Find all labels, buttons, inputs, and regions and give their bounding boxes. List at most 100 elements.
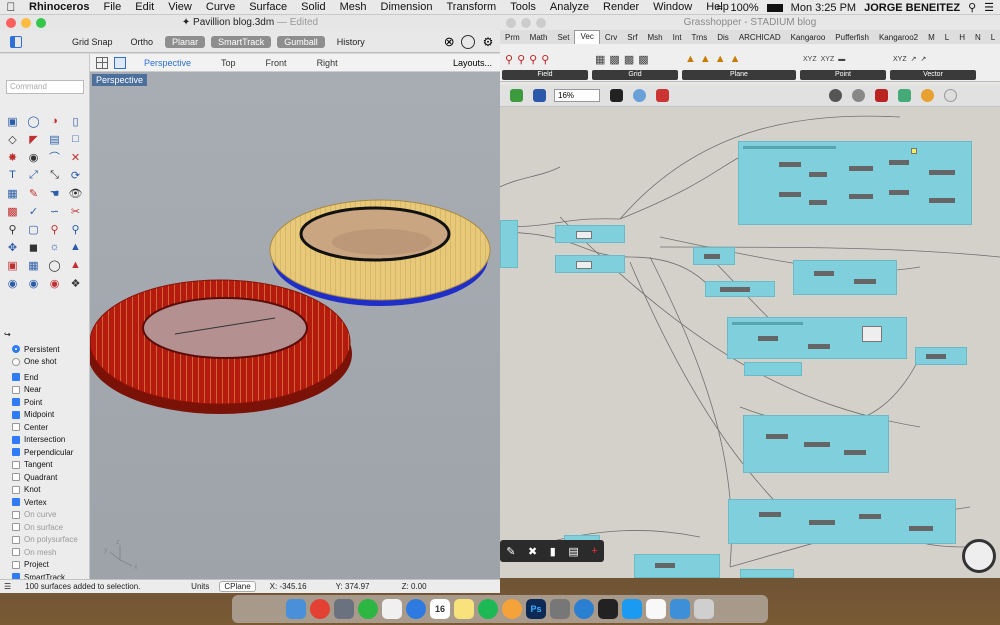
ribbon-group-label[interactable]: Plane <box>682 70 796 80</box>
osnap-checkbox[interactable] <box>12 448 20 457</box>
osnap-item[interactable]: On curve <box>12 509 90 522</box>
user-name[interactable]: JORGE BENEITEZ <box>864 2 960 14</box>
list-icon[interactable]: ☰ <box>4 582 11 591</box>
four-view-icon[interactable] <box>96 56 108 69</box>
text-tool-icon[interactable]: T <box>2 166 23 184</box>
component-cluster[interactable] <box>693 247 735 265</box>
check-tool-icon[interactable]: ✓ <box>23 202 44 220</box>
bake-icon[interactable] <box>898 89 911 102</box>
ball-icon[interactable] <box>921 89 934 102</box>
component-cluster[interactable] <box>915 347 967 365</box>
close-button[interactable] <box>6 18 16 28</box>
vector-amplitude-icon[interactable]: ↗ <box>921 55 927 63</box>
command-input[interactable]: Command <box>6 80 84 94</box>
finder-icon[interactable] <box>286 599 306 619</box>
gh-tab[interactable]: Prm <box>500 33 525 42</box>
shaded-icon[interactable] <box>875 89 888 102</box>
perspective-viewport[interactable]: Perspective z x y <box>88 72 500 579</box>
gh-tab[interactable]: L <box>986 33 1000 42</box>
menu-solid[interactable]: Solid <box>294 1 332 13</box>
cap-tool-icon[interactable]: □ <box>65 130 86 148</box>
split-tool-icon[interactable]: ✕ <box>65 148 86 166</box>
zoom-select[interactable]: 16% <box>554 89 600 102</box>
zoom-tool-icon[interactable]: ⚲ <box>2 220 23 238</box>
gh-tab[interactable]: Pufferfish <box>830 33 874 42</box>
layer-tool-icon[interactable]: ▦ <box>2 184 23 202</box>
gh-tab[interactable]: L <box>940 33 954 42</box>
preview-eye-icon[interactable] <box>633 89 646 102</box>
panel-icon[interactable]: ▤ <box>568 545 578 558</box>
osnap-item[interactable]: Perpendicular <box>12 446 90 459</box>
open-file-icon[interactable] <box>510 89 523 102</box>
menu-window[interactable]: Window <box>646 1 699 13</box>
photos-icon[interactable] <box>502 599 522 619</box>
menu-dimension[interactable]: Dimension <box>374 1 440 13</box>
pen-icon[interactable]: ✎ <box>506 545 515 558</box>
gumball-toggle[interactable]: Gumball <box>277 35 325 48</box>
component-cluster[interactable] <box>500 220 518 268</box>
battery-icon[interactable] <box>766 3 783 12</box>
menu-render[interactable]: Render <box>596 1 646 13</box>
menu-analyze[interactable]: Analyze <box>543 1 596 13</box>
gear-icon[interactable]: ⚙ <box>483 35 494 49</box>
plugin-tool-icon[interactable]: ▲ <box>65 238 86 256</box>
rotate-tool-icon[interactable]: ⟳ <box>65 166 86 184</box>
cylinder-tool-icon[interactable]: ◯ <box>23 112 44 130</box>
clock[interactable]: Mon 3:25 PM <box>791 2 856 14</box>
wifi-icon[interactable]: ≈ <box>716 2 722 14</box>
edge-icon[interactable] <box>574 599 594 619</box>
menu-transform[interactable]: Transform <box>439 1 503 13</box>
curve-tool-icon[interactable]: ∽ <box>44 202 65 220</box>
component-cluster[interactable] <box>728 499 956 544</box>
gh-tab[interactable]: Kangaroo <box>786 33 831 42</box>
osnap-checkbox[interactable] <box>12 410 20 419</box>
osnap-checkbox[interactable] <box>12 373 20 382</box>
trim-tool-icon[interactable]: ✂ <box>65 202 86 220</box>
back-icon[interactable]: ⊗ <box>444 34 455 50</box>
osnap-checkbox[interactable] <box>12 485 20 494</box>
gh-zoom-button[interactable] <box>536 18 546 28</box>
osnap-item[interactable]: Vertex <box>12 496 90 509</box>
gh-minimize-button[interactable] <box>521 18 531 28</box>
whatsapp-icon[interactable] <box>358 599 378 619</box>
spotify-icon[interactable] <box>478 599 498 619</box>
pan-tool-icon[interactable]: ✥ <box>2 238 23 256</box>
yellow-stadium[interactable] <box>269 199 491 306</box>
render-icon[interactable] <box>829 89 842 102</box>
select-tool-icon[interactable]: ☚ <box>44 184 65 202</box>
osnap-checkbox[interactable] <box>12 498 20 507</box>
osnap-checkbox[interactable] <box>12 385 20 394</box>
plane-align-icon[interactable]: ▲ <box>730 53 741 65</box>
component-cluster[interactable] <box>738 141 972 225</box>
gh-tab[interactable]: Trns <box>687 33 713 42</box>
field-point-icon[interactable]: ⚲ <box>517 53 525 66</box>
osnap-item[interactable]: Center <box>12 421 90 434</box>
lock-tool-icon[interactable]: ▣ <box>2 256 23 274</box>
grid-square-icon[interactable]: ▦ <box>595 53 605 66</box>
light-tool-icon[interactable]: ☼ <box>44 238 65 256</box>
zoom-extents-icon[interactable] <box>610 89 623 102</box>
box-tool-icon[interactable]: ▣ <box>2 112 23 130</box>
slider-icon[interactable]: ▮ <box>550 545 556 558</box>
properties-tool-icon[interactable]: ✎ <box>23 184 44 202</box>
point-numbers-icon[interactable]: ▬ <box>838 56 845 63</box>
fillet-tool-icon[interactable]: ◤ <box>23 130 44 148</box>
save-file-icon[interactable] <box>533 89 546 102</box>
radio-persistent[interactable] <box>12 345 20 354</box>
menu-edit[interactable]: Edit <box>128 1 161 13</box>
grasshopper-canvas[interactable] <box>500 107 1000 578</box>
tab-top[interactable]: Top <box>221 58 236 68</box>
chrome-icon[interactable] <box>310 599 330 619</box>
component-cluster[interactable] <box>555 255 625 273</box>
shell-tool-icon[interactable]: ▤ <box>44 130 65 148</box>
units-label[interactable]: Units <box>191 582 209 591</box>
gh-tab[interactable]: Srf <box>622 33 642 42</box>
delete-icon[interactable]: ✖ <box>528 545 537 558</box>
menu-curve[interactable]: Curve <box>199 1 242 13</box>
menu-mesh[interactable]: Mesh <box>333 1 374 13</box>
component-cluster[interactable] <box>555 225 625 243</box>
files-icon[interactable] <box>646 599 666 619</box>
stickies-icon[interactable] <box>454 599 474 619</box>
gh-tab[interactable]: Set <box>552 33 574 42</box>
grid-tool-icon[interactable]: ▩ <box>2 202 23 220</box>
